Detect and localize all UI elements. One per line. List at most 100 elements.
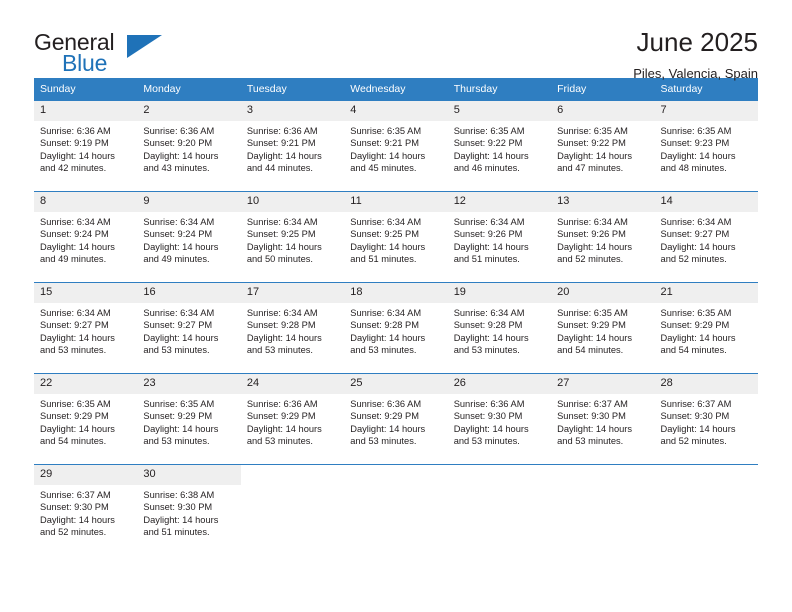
calendar-day-cell[interactable]: 28 Sunrise: 6:37 AM Sunset: 9:30 PM Dayligh…	[654, 373, 758, 456]
logo-secondary-text: Blue	[62, 50, 108, 76]
calendar-day-cell[interactable]: 4 Sunrise: 6:35 AM Sunset: 9:21 PM Daylight…	[344, 100, 448, 183]
daylight-text-line1: Daylight: 14 hours	[660, 150, 736, 161]
day-details: Sunrise: 6:34 AM Sunset: 9:24 PM Daylight:…	[137, 212, 240, 266]
calendar-day-cell[interactable]: 3 Sunrise: 6:36 AM Sunset: 9:21 PM Daylight…	[240, 100, 345, 183]
day-cell-inner: 25 Sunrise: 6:36 AM Sunset: 9:29 PM Dayligh…	[344, 374, 448, 456]
day-number: 11	[344, 192, 448, 212]
calendar-day-cell[interactable]: 10 Sunrise: 6:34 AM Sunset: 9:25 PM Dayligh…	[240, 191, 345, 274]
calendar-day-cell[interactable]: 25 Sunrise: 6:36 AM Sunset: 9:29 PM Dayligh…	[344, 373, 448, 456]
page-title: June 2025	[636, 27, 758, 57]
calendar-page: General Blue June 2025 Piles, Valencia, …	[0, 0, 792, 612]
sunset-text: Sunset: 9:28 PM	[350, 320, 419, 331]
calendar-day-cell[interactable]: 5 Sunrise: 6:35 AM Sunset: 9:22 PM Daylight…	[447, 100, 552, 183]
sunrise-text: Sunrise: 6:38 AM	[143, 490, 215, 500]
daylight-text-line1: Daylight: 14 hours	[40, 332, 115, 343]
calendar-day-cell[interactable]: 27 Sunrise: 6:37 AM Sunset: 9:30 PM Dayligh…	[551, 373, 655, 456]
calendar-day-cell[interactable]: 13 Sunrise: 6:34 AM Sunset: 9:26 PM Dayligh…	[551, 191, 655, 274]
sunrise-text: Sunrise: 6:35 AM	[557, 126, 628, 136]
daylight-text-line1: Daylight: 14 hours	[557, 241, 633, 252]
day-cell-inner: 24 Sunrise: 6:36 AM Sunset: 9:29 PM Dayligh…	[240, 374, 345, 456]
day-number	[448, 465, 551, 485]
day-details: Sunrise: 6:34 AM Sunset: 9:25 PM Daylight:…	[344, 212, 447, 266]
sunrise-text: Sunrise: 6:35 AM	[453, 126, 525, 136]
calendar-day-cell[interactable]: 29 Sunrise: 6:37 AM Sunset: 9:30 PM Dayligh…	[34, 464, 138, 547]
sunset-text: Sunset: 9:28 PM	[246, 320, 316, 331]
calendar-day-cell[interactable]: 7 Sunrise: 6:35 AM Sunset: 9:23 PM Daylight…	[654, 100, 758, 183]
sunset-text: Sunset: 9:19 PM	[40, 138, 109, 149]
day-number: 6	[551, 101, 655, 121]
calendar-day-cell[interactable]: 1 Sunrise: 6:36 AM Sunset: 9:19 PM Daylight…	[34, 100, 138, 183]
calendar-day-cell[interactable]: 6 Sunrise: 6:35 AM Sunset: 9:22 PM Daylight…	[551, 100, 655, 183]
day-number: 20	[551, 283, 655, 303]
sunrise-text: Sunrise: 6:34 AM	[350, 217, 422, 227]
sunset-text: Sunset: 9:22 PM	[557, 138, 626, 149]
calendar-day-cell[interactable]: 9 Sunrise: 6:34 AM Sunset: 9:24 PM Daylight…	[137, 191, 241, 274]
sunset-text: Sunset: 9:30 PM	[143, 502, 213, 513]
sunset-text: Sunset: 9:30 PM	[660, 411, 730, 422]
calendar-day-cell[interactable]: 19 Sunrise: 6:34 AM Sunset: 9:28 PM Dayligh…	[447, 282, 552, 365]
daylight-text-line2: and 53 minutes.	[453, 345, 520, 356]
weekday-header-tuesday: Tuesday	[240, 78, 345, 101]
calendar-day-cell[interactable]: 22 Sunrise: 6:35 AM Sunset: 9:29 PM Dayligh…	[34, 373, 138, 456]
sunrise-text: Sunrise: 6:36 AM	[453, 399, 525, 409]
daylight-text-line1: Daylight: 14 hours	[660, 423, 736, 434]
calendar-day-cell[interactable]: 2 Sunrise: 6:36 AM Sunset: 9:20 PM Daylight…	[137, 100, 241, 183]
calendar-week-row: 29 Sunrise: 6:37 AM Sunset: 9:30 PM Dayligh…	[34, 464, 758, 547]
calendar-day-cell[interactable]: 15 Sunrise: 6:34 AM Sunset: 9:27 PM Dayligh…	[34, 282, 138, 365]
sunset-text: Sunset: 9:29 PM	[40, 411, 109, 422]
day-number: 18	[344, 283, 448, 303]
calendar-day-cell[interactable]: 21 Sunrise: 6:35 AM Sunset: 9:29 PM Dayligh…	[654, 282, 758, 365]
sunrise-text: Sunrise: 6:35 AM	[40, 399, 111, 409]
sunset-text: Sunset: 9:30 PM	[453, 411, 523, 422]
day-details: Sunrise: 6:35 AM Sunset: 9:29 PM Daylight:…	[34, 394, 137, 448]
day-number: 23	[137, 374, 241, 394]
daylight-text-line1: Daylight: 14 hours	[143, 514, 219, 525]
calendar-day-cell[interactable]: 24 Sunrise: 6:36 AM Sunset: 9:29 PM Dayligh…	[240, 373, 345, 456]
day-number: 25	[344, 374, 448, 394]
calendar-day-cell[interactable]: 20 Sunrise: 6:35 AM Sunset: 9:29 PM Dayligh…	[551, 282, 655, 365]
calendar-day-cell[interactable]: 16 Sunrise: 6:34 AM Sunset: 9:27 PM Dayligh…	[137, 282, 241, 365]
general-blue-logo[interactable]: General Blue	[34, 26, 184, 86]
daylight-text-line2: and 54 minutes.	[40, 436, 107, 447]
sunset-text: Sunset: 9:29 PM	[143, 411, 213, 422]
calendar-empty-cell	[447, 464, 552, 547]
daylight-text-line1: Daylight: 14 hours	[660, 332, 736, 343]
calendar-day-cell[interactable]: 11 Sunrise: 6:34 AM Sunset: 9:25 PM Dayligh…	[344, 191, 448, 274]
day-cell-inner: 19 Sunrise: 6:34 AM Sunset: 9:28 PM Dayligh…	[447, 283, 552, 365]
calendar-table: Sunday Monday Tuesday Wednesday Thursday…	[34, 78, 758, 547]
day-number: 10	[240, 192, 345, 212]
calendar-day-cell[interactable]: 17 Sunrise: 6:34 AM Sunset: 9:28 PM Dayligh…	[240, 282, 345, 365]
day-details: Sunrise: 6:37 AM Sunset: 9:30 PM Daylight:…	[34, 485, 137, 539]
day-details: Sunrise: 6:36 AM Sunset: 9:21 PM Daylight:…	[241, 121, 344, 175]
day-number: 22	[34, 374, 138, 394]
calendar-day-cell[interactable]: 30 Sunrise: 6:38 AM Sunset: 9:30 PM Dayligh…	[137, 464, 241, 547]
day-number: 27	[551, 374, 655, 394]
day-cell-inner: 30 Sunrise: 6:38 AM Sunset: 9:30 PM Dayligh…	[137, 465, 241, 547]
daylight-text-line2: and 51 minutes.	[350, 254, 417, 265]
logo-triangle-icon	[127, 35, 162, 58]
week-spacer	[34, 456, 758, 465]
calendar-day-cell[interactable]: 8 Sunrise: 6:34 AM Sunset: 9:24 PM Daylight…	[34, 191, 138, 274]
week-spacer	[34, 183, 758, 192]
calendar-day-cell[interactable]: 14 Sunrise: 6:34 AM Sunset: 9:27 PM Dayligh…	[654, 191, 758, 274]
daylight-text-line2: and 42 minutes.	[40, 163, 107, 174]
day-cell-inner: 6 Sunrise: 6:35 AM Sunset: 9:22 PM Daylight…	[551, 101, 655, 183]
day-number: 7	[654, 101, 758, 121]
day-number: 17	[240, 283, 345, 303]
day-cell-inner: 13 Sunrise: 6:34 AM Sunset: 9:26 PM Dayligh…	[551, 192, 655, 274]
sunrise-text: Sunrise: 6:34 AM	[453, 217, 525, 227]
day-number: 12	[447, 192, 552, 212]
daylight-text-line2: and 53 minutes.	[40, 345, 107, 356]
calendar-day-cell[interactable]: 23 Sunrise: 6:35 AM Sunset: 9:29 PM Dayligh…	[137, 373, 241, 456]
calendar-day-cell[interactable]: 26 Sunrise: 6:36 AM Sunset: 9:30 PM Dayligh…	[447, 373, 552, 456]
day-details: Sunrise: 6:37 AM Sunset: 9:30 PM Daylight:…	[551, 394, 654, 448]
day-details: Sunrise: 6:35 AM Sunset: 9:29 PM Daylight:…	[551, 303, 654, 357]
day-details: Sunrise: 6:37 AM Sunset: 9:30 PM Daylight:…	[655, 394, 758, 448]
day-details: Sunrise: 6:35 AM Sunset: 9:22 PM Daylight:…	[551, 121, 654, 175]
daylight-text-line1: Daylight: 14 hours	[143, 423, 219, 434]
daylight-text-line1: Daylight: 14 hours	[660, 241, 736, 252]
calendar-day-cell[interactable]: 18 Sunrise: 6:34 AM Sunset: 9:28 PM Dayligh…	[344, 282, 448, 365]
sunrise-text: Sunrise: 6:34 AM	[246, 217, 318, 227]
calendar-day-cell[interactable]: 12 Sunrise: 6:34 AM Sunset: 9:26 PM Dayligh…	[447, 191, 552, 274]
sunrise-text: Sunrise: 6:34 AM	[453, 308, 525, 318]
